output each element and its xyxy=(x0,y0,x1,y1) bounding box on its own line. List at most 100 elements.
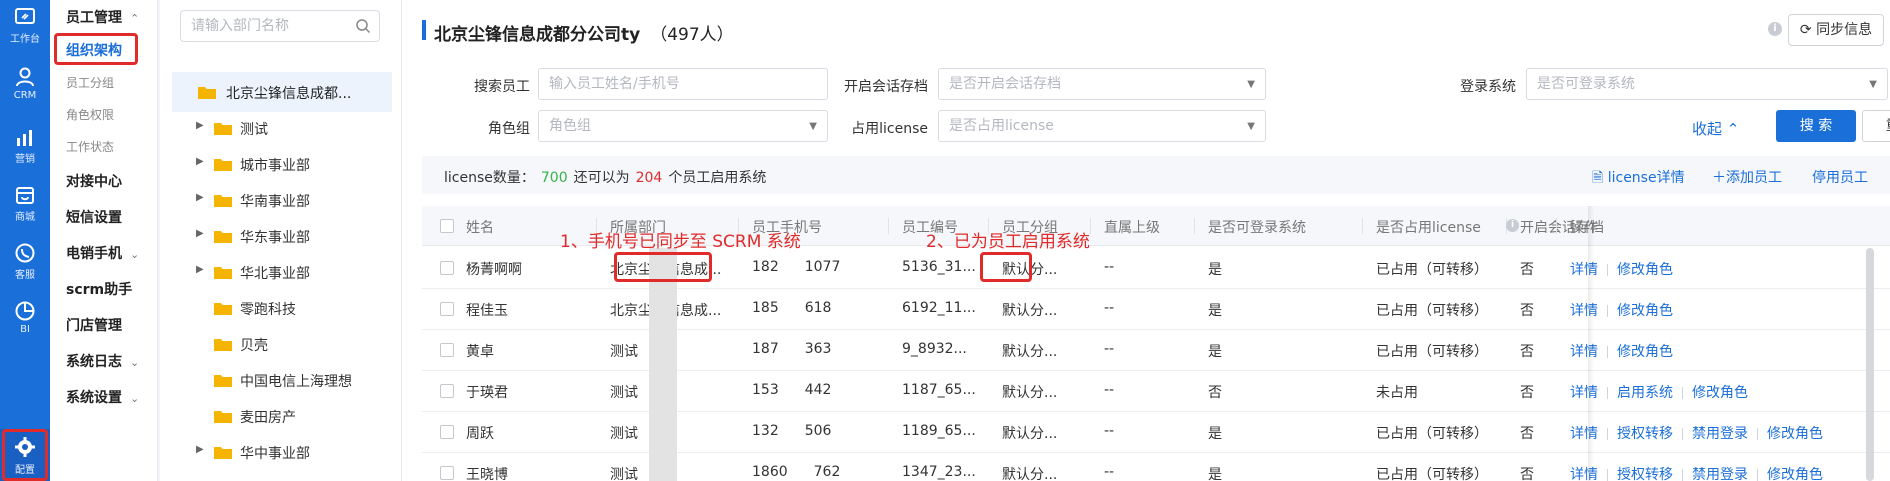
search-button[interactable]: 搜 索 xyxy=(1776,110,1856,142)
license-detail-link[interactable]: 🗎 license详情 xyxy=(1592,167,1685,191)
menu-item-sales-phone[interactable]: 电销手机 ⌄ xyxy=(66,243,139,263)
row-action-link[interactable]: 禁用登录 xyxy=(1692,467,1748,481)
search-icon[interactable] xyxy=(355,18,371,34)
tree-node[interactable]: ▶ 华东事业部 xyxy=(160,221,402,251)
menu-item-sms[interactable]: 短信设置 xyxy=(66,207,122,227)
caret-right-icon[interactable]: ▶ xyxy=(196,192,204,203)
tree-node[interactable]: 麦田房产 xyxy=(160,401,402,431)
menu-item-integration[interactable]: 对接中心 xyxy=(66,171,122,191)
row-action-link[interactable]: 修改角色 xyxy=(1617,344,1673,360)
menu-item-system-log[interactable]: 系统日志 ⌄ xyxy=(66,351,139,371)
row-action-link[interactable]: 启用系统 xyxy=(1617,385,1673,401)
tree-node-label: 华南事业部 xyxy=(240,194,310,210)
add-employee-link[interactable]: ＋添加员工 xyxy=(1712,167,1782,187)
collapse-filters-link[interactable]: 收起 ⌃ xyxy=(1692,118,1739,139)
row-checkbox[interactable] xyxy=(440,302,454,316)
cell-leader: -- xyxy=(1104,259,1115,275)
menu-group-employee-management[interactable]: 员工管理 ⌃ xyxy=(66,7,139,27)
archive-select[interactable]: ▼ xyxy=(938,68,1266,100)
tree-node[interactable]: ▶ 测试 xyxy=(160,113,402,143)
rail-item-bi[interactable]: BI xyxy=(0,294,50,346)
license-occupy-select[interactable]: ▼ xyxy=(938,110,1266,142)
rail-item-service[interactable]: 客服 xyxy=(0,236,50,288)
license-summary-text: license数量： 700 还可以为 204 个员工启用系统 xyxy=(444,167,766,187)
disable-employee-link[interactable]: 停用员工 xyxy=(1812,167,1868,187)
row-action-link[interactable]: 授权转移 xyxy=(1617,426,1673,442)
row-action-link[interactable]: 修改角色 xyxy=(1617,262,1673,278)
tree-node[interactable]: ▶ 华北事业部 xyxy=(160,257,402,287)
row-checkbox[interactable] xyxy=(440,425,454,439)
tree-node-label: 麦田房产 xyxy=(240,410,296,426)
help-icon[interactable]: i xyxy=(1506,219,1519,232)
employee-search-input[interactable] xyxy=(539,69,799,99)
row-action-link[interactable]: 修改角色 xyxy=(1617,303,1673,319)
action-separator xyxy=(1757,428,1758,440)
tree-node[interactable]: 中国电信上海理想 xyxy=(160,365,402,395)
phone-prefix: 132 xyxy=(752,423,779,439)
cell-leader: -- xyxy=(1104,423,1115,439)
cell-license: 已占用（可转移） xyxy=(1376,262,1488,278)
role-group-select[interactable]: ▼ xyxy=(538,110,828,142)
row-action-link[interactable]: 修改角色 xyxy=(1692,385,1748,401)
tree-node[interactable]: ▶ 华南事业部 xyxy=(160,185,402,215)
department-search-input[interactable] xyxy=(181,11,341,41)
info-icon[interactable]: i xyxy=(1768,22,1782,36)
action-separator xyxy=(1682,387,1683,399)
tree-node[interactable]: ▶ 城市事业部 xyxy=(160,149,402,179)
login-system-select[interactable]: ▼ xyxy=(1526,68,1888,100)
cell-phone: 153 442 xyxy=(752,382,831,398)
reset-button[interactable]: 重 置 xyxy=(1862,110,1890,142)
tree-node[interactable]: 零跑科技 xyxy=(160,293,402,323)
row-checkbox[interactable] xyxy=(440,466,454,480)
menu-item-scrm-assistant[interactable]: scrm助手 xyxy=(66,279,132,299)
license-detail-label: license详情 xyxy=(1607,170,1685,186)
row-actions: 详情 授权转移 禁用登录 修改角色 xyxy=(1570,423,1823,443)
menu-sub-work-status[interactable]: 工作状态 xyxy=(66,138,114,155)
cell-group: 默认分... xyxy=(1002,344,1058,360)
row-actions: 详情 启用系统 修改角色 xyxy=(1570,382,1748,402)
menu-sub-employee-group[interactable]: 员工分组 xyxy=(66,74,114,91)
rail-item-marketing[interactable]: 营销 xyxy=(0,120,50,172)
rail-item-crm[interactable]: CRM xyxy=(0,60,50,112)
tree-node[interactable]: 贝壳 xyxy=(160,329,402,359)
caret-right-icon[interactable]: ▶ xyxy=(196,120,204,131)
cell-phone: 185 618 xyxy=(752,300,831,316)
row-action-link[interactable]: 修改角色 xyxy=(1767,467,1823,481)
row-action-link[interactable]: 修改角色 xyxy=(1767,426,1823,442)
sync-info-button[interactable]: ⟳ 同步信息 xyxy=(1788,14,1884,46)
license-occupy-select-input[interactable] xyxy=(939,111,1233,141)
caret-right-icon[interactable]: ▶ xyxy=(196,228,204,239)
caret-right-icon[interactable]: ▶ xyxy=(196,156,204,167)
tree-node[interactable]: ▶ 华中事业部 xyxy=(160,437,402,467)
tree-node-label: 贝壳 xyxy=(240,338,268,354)
cell-license: 已占用（可转移） xyxy=(1376,303,1488,319)
table-scrollbar[interactable] xyxy=(1866,248,1874,481)
menu-sub-role-permission[interactable]: 角色权限 xyxy=(66,106,114,123)
cell-archive: 否 xyxy=(1520,467,1534,481)
row-checkbox[interactable] xyxy=(440,384,454,398)
select-all-checkbox[interactable] xyxy=(440,219,454,233)
caret-right-icon[interactable]: ▶ xyxy=(196,444,204,455)
caret-right-icon[interactable]: ▶ xyxy=(196,264,204,275)
role-group-select-input[interactable] xyxy=(539,111,799,141)
cell-archive: 否 xyxy=(1520,303,1534,319)
row-checkbox[interactable] xyxy=(440,343,454,357)
rail-item-workbench[interactable]: 工作台 xyxy=(0,0,50,52)
cell-login: 是 xyxy=(1208,344,1222,360)
login-system-select-input[interactable] xyxy=(1527,69,1851,99)
archive-select-input[interactable] xyxy=(939,69,1233,99)
page-title-text: 北京尘锋信息成都分公司ty xyxy=(434,25,641,45)
action-separator xyxy=(1607,264,1608,276)
tree-root-node[interactable]: 北京尘锋信息成都... xyxy=(172,72,392,112)
menu-item-system-settings[interactable]: 系统设置 ⌄ xyxy=(66,387,139,407)
row-checkbox[interactable] xyxy=(440,261,454,275)
row-action-link[interactable]: 授权转移 xyxy=(1617,467,1673,481)
row-action-link[interactable]: 禁用登录 xyxy=(1692,426,1748,442)
cell-leader: -- xyxy=(1104,464,1115,480)
rail-item-mall[interactable]: 商城 xyxy=(0,178,50,230)
cell-code: 1187_65... xyxy=(902,382,976,398)
menu-item-store[interactable]: 门店管理 xyxy=(66,315,122,335)
annotation-login-enabled: 2、已为员工启用系统 xyxy=(926,232,1090,252)
rail-item-config[interactable]: 配置 xyxy=(0,429,50,481)
cell-login: 是 xyxy=(1208,467,1222,481)
